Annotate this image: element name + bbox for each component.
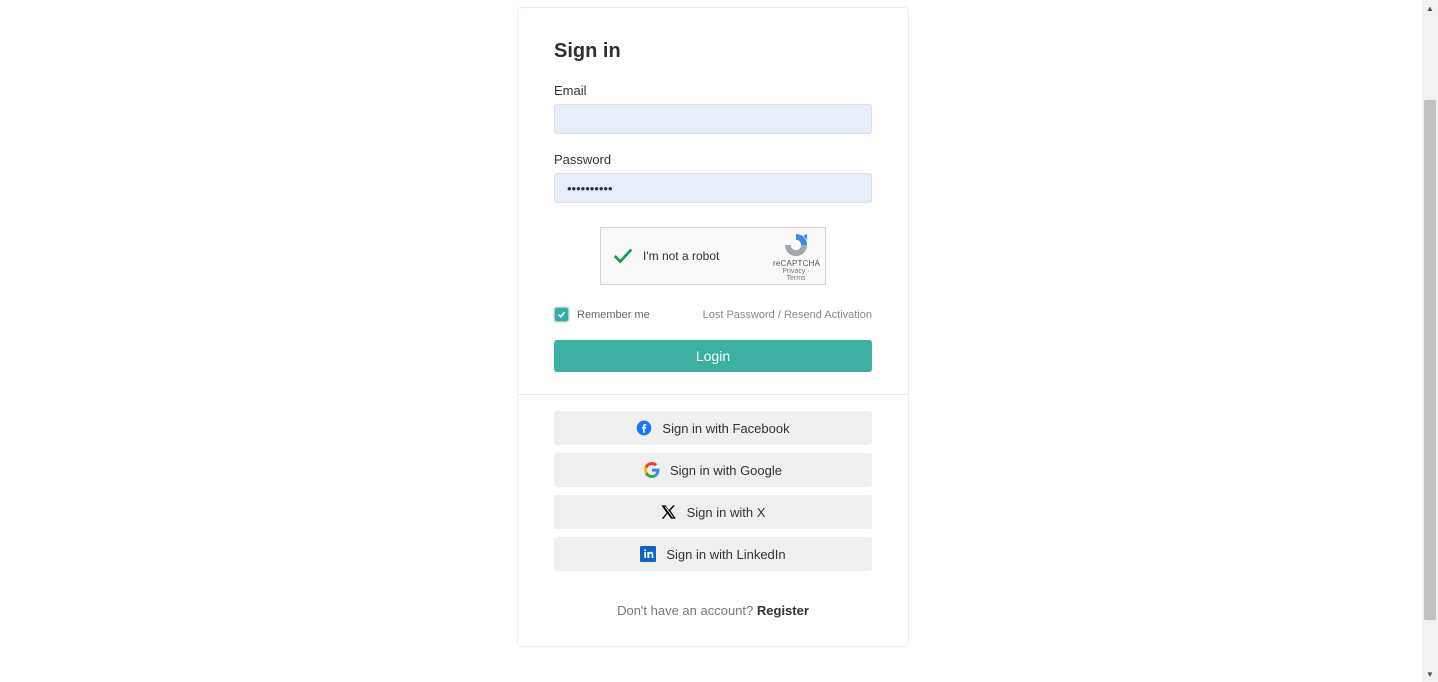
checkmark-icon [611,244,635,268]
divider [518,394,908,395]
register-row: Don't have an account? Register [554,603,872,618]
scroll-up-arrow-icon[interactable]: ▲ [1422,0,1438,16]
recaptcha-icon [783,232,809,258]
scroll-down-arrow-icon[interactable]: ▼ [1422,666,1438,682]
signin-google-button[interactable]: Sign in with Google [554,453,872,487]
login-button[interactable]: Login [554,340,872,372]
remember-me[interactable]: Remember me [554,307,650,322]
google-icon [644,462,660,478]
recaptcha-widget[interactable]: I'm not a robot reCAPTCHA Privacy · Term… [600,227,826,285]
email-field[interactable] [554,104,872,134]
signin-facebook-label: Sign in with Facebook [662,421,789,436]
linkedin-icon [640,546,656,562]
recaptcha-badge: reCAPTCHA Privacy · Terms [773,232,819,282]
vertical-scrollbar[interactable]: ▲ ▼ [1422,0,1438,682]
signin-google-label: Sign in with Google [670,463,782,478]
link-separator: / [775,309,784,321]
signin-facebook-button[interactable]: Sign in with Facebook [554,411,872,445]
register-link[interactable]: Register [757,603,809,618]
recaptcha-brand: reCAPTCHA [773,259,819,268]
signin-linkedin-button[interactable]: Sign in with LinkedIn [554,537,872,571]
password-field[interactable] [554,173,872,203]
x-icon [661,504,677,520]
recaptcha-label: I'm not a robot [643,249,719,263]
page-title: Sign in [554,40,872,63]
resend-activation-link[interactable]: Resend Activation [784,309,872,321]
remember-checkbox[interactable] [554,307,569,322]
signin-x-button[interactable]: Sign in with X [554,495,872,529]
signin-card: Sign in Email Password I'm not a robot r… [517,7,909,647]
signin-linkedin-label: Sign in with LinkedIn [666,547,785,562]
signin-x-label: Sign in with X [687,505,766,520]
recaptcha-container: I'm not a robot reCAPTCHA Privacy · Term… [554,227,872,285]
register-prompt: Don't have an account? [617,603,757,618]
email-label: Email [554,83,872,98]
password-label: Password [554,152,872,167]
helper-links: Lost Password / Resend Activation [703,309,872,321]
lost-password-link[interactable]: Lost Password [703,309,775,321]
options-row: Remember me Lost Password / Resend Activ… [554,307,872,322]
scrollbar-thumb[interactable] [1424,100,1436,620]
facebook-icon [636,420,652,436]
remember-label: Remember me [577,309,650,321]
recaptcha-legal: Privacy · Terms [773,268,819,282]
